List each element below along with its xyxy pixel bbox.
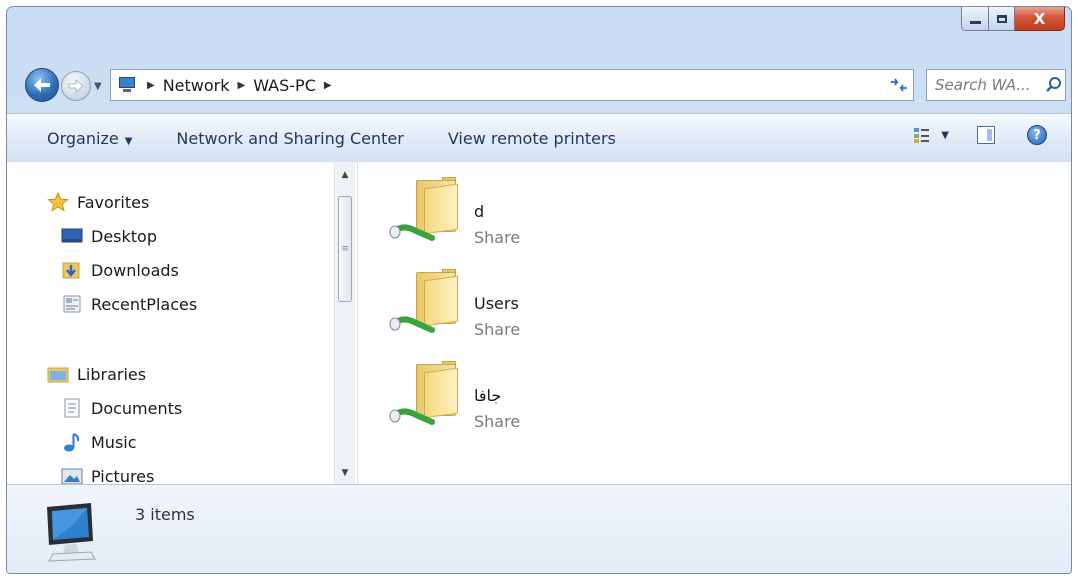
- maximize-icon: [996, 14, 1007, 23]
- sidebar-item-label: Pictures: [91, 466, 155, 486]
- organize-label: Organize: [47, 128, 119, 148]
- sidebar-item-label: RecentPlaces: [91, 294, 198, 314]
- sidebar-item-label: Documents: [91, 398, 183, 418]
- sidebar-item-label: Music: [91, 432, 137, 452]
- documents-icon: [61, 398, 83, 418]
- breadcrumb-was-pc[interactable]: WAS-PC: [253, 76, 316, 95]
- content-pane: d Share Users Share جافا Share: [358, 162, 1071, 484]
- share-type: Share: [474, 412, 521, 431]
- sidebar-item-recentplaces[interactable]: RecentPlaces: [61, 294, 197, 314]
- favorites-label: Favorites: [77, 192, 150, 212]
- preview-pane-icon[interactable]: [977, 126, 995, 144]
- navigation-bar: ▼ ▶ Network ▶ WAS-PC ▶ ▼ Search WA...: [7, 63, 1071, 109]
- forward-button[interactable]: [61, 71, 91, 101]
- share-type: Share: [474, 228, 521, 247]
- view-remote-printers-button[interactable]: View remote printers: [448, 129, 616, 148]
- share-name: جافا: [474, 386, 502, 405]
- help-icon[interactable]: ?: [1027, 125, 1047, 145]
- share-pipe-icon: [389, 408, 435, 425]
- downloads-icon: [61, 260, 83, 280]
- desktop-icon: [61, 226, 83, 246]
- sidebar-item-label: Desktop: [91, 226, 157, 246]
- breadcrumb-separator-icon[interactable]: ▶: [238, 80, 246, 91]
- forward-arrow-icon: [68, 79, 84, 93]
- minimize-icon: [969, 21, 981, 24]
- sidebar-item-label: Downloads: [91, 260, 179, 280]
- libraries-icon: [47, 364, 69, 384]
- list-item[interactable]: d Share: [388, 170, 568, 250]
- recent-pages-dropdown[interactable]: ▼: [94, 81, 102, 92]
- item-count: 3 items: [135, 505, 195, 524]
- list-item[interactable]: Users Share: [388, 262, 568, 342]
- back-arrow-icon: [34, 78, 50, 92]
- scroll-up-icon[interactable]: ▲: [335, 166, 355, 184]
- recent-places-icon: [61, 294, 83, 314]
- sidebar-item-music[interactable]: Music: [61, 432, 137, 452]
- pictures-icon: [61, 466, 83, 486]
- share-pipe-icon: [389, 224, 435, 241]
- details-pane: 3 items: [7, 484, 1071, 573]
- refresh-button[interactable]: [884, 69, 914, 101]
- chevron-down-icon: ▼: [124, 135, 133, 147]
- sidebar-item-desktop[interactable]: Desktop: [61, 226, 157, 246]
- views-icon[interactable]: [913, 126, 931, 144]
- list-item[interactable]: جافا Share: [388, 354, 568, 434]
- sidebar-item-pictures[interactable]: Pictures: [61, 466, 154, 486]
- caption-buttons: X: [961, 7, 1065, 31]
- navigation-scrollbar[interactable]: ▲ ≡ ▼: [334, 162, 355, 484]
- network-icon: [117, 77, 139, 93]
- sidebar-item-downloads[interactable]: Downloads: [61, 260, 179, 280]
- refresh-icon: [890, 78, 907, 92]
- address-bar[interactable]: ▶ Network ▶ WAS-PC ▶ ▼: [110, 69, 902, 101]
- breadcrumb-network[interactable]: Network: [163, 76, 230, 95]
- maximize-button[interactable]: [989, 7, 1015, 31]
- libraries-group[interactable]: Libraries: [47, 364, 146, 384]
- scroll-down-icon[interactable]: ▼: [335, 464, 355, 482]
- search-icon[interactable]: [1043, 74, 1065, 96]
- views-dropdown-icon[interactable]: ▼: [941, 130, 949, 141]
- search-input[interactable]: Search WA...: [926, 69, 1066, 101]
- view-controls: ▼ ?: [913, 125, 1047, 145]
- close-icon: X: [1033, 9, 1046, 28]
- back-button[interactable]: [25, 68, 59, 102]
- command-bar: Organize ▼ Network and Sharing Center Vie…: [7, 113, 1071, 163]
- minimize-button[interactable]: [961, 7, 989, 31]
- computer-icon: [43, 501, 103, 563]
- breadcrumb-separator-icon[interactable]: ▶: [147, 80, 155, 91]
- share-type: Share: [474, 320, 521, 339]
- explorer-window: X ▼ ▶ Network ▶ WAS-PC ▶ ▼: [6, 6, 1072, 574]
- breadcrumb-separator-icon[interactable]: ▶: [324, 80, 332, 91]
- organize-menu[interactable]: Organize ▼: [47, 129, 132, 148]
- star-icon: [47, 191, 69, 212]
- music-icon: [61, 432, 83, 452]
- search-placeholder: Search WA...: [935, 76, 1031, 94]
- navigation-pane: Favorites Desktop Downloads RecentPlaces…: [7, 162, 358, 486]
- sidebar-item-documents[interactable]: Documents: [61, 398, 182, 418]
- share-name: Users: [474, 294, 519, 313]
- scroll-thumb[interactable]: ≡: [338, 196, 352, 302]
- libraries-label: Libraries: [77, 364, 147, 384]
- close-button[interactable]: X: [1015, 7, 1065, 31]
- share-name: d: [474, 202, 485, 221]
- share-pipe-icon: [389, 316, 435, 333]
- network-sharing-center-button[interactable]: Network and Sharing Center: [176, 129, 403, 148]
- favorites-group[interactable]: Favorites: [47, 191, 150, 212]
